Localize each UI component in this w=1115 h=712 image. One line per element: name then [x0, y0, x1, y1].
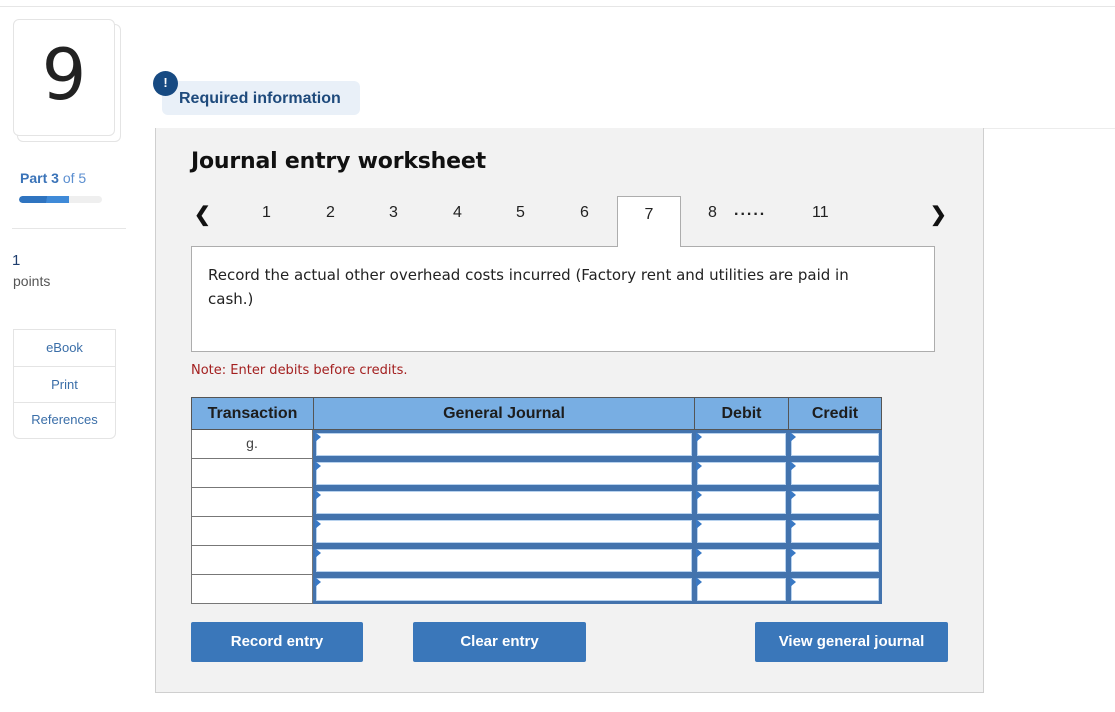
header-credit: Credit [788, 397, 882, 430]
row-1-credit-input[interactable] [788, 430, 882, 459]
question-number-card: 9 [13, 19, 115, 136]
alert-icon: ! [153, 71, 178, 96]
row-5-debit-input[interactable] [694, 546, 789, 575]
header-transaction: Transaction [191, 397, 314, 430]
row-2-debit-input[interactable] [694, 459, 789, 488]
entry-prompt-text: Record the actual other overhead costs i… [208, 266, 849, 308]
table-row-5-transaction [191, 546, 313, 575]
clear-entry-button[interactable]: Clear entry [413, 622, 586, 662]
row-6-account-input[interactable] [313, 575, 695, 604]
page-tab-7-active[interactable]: 7 [617, 196, 681, 247]
page-tab-2[interactable]: 2 [326, 204, 335, 222]
part-indicator: Part 3 of 5 [20, 170, 86, 186]
sidebar-links: eBook Print References [13, 329, 116, 439]
sidebar-divider [12, 228, 126, 229]
table-row-6-transaction [191, 575, 313, 604]
top-divider [0, 6, 1115, 7]
previous-page-icon[interactable]: ❮ [194, 202, 211, 227]
row-1-account-input[interactable] [313, 430, 695, 459]
print-link[interactable]: Print [14, 367, 115, 403]
entry-prompt-box: Record the actual other overhead costs i… [191, 246, 935, 352]
references-link[interactable]: References [14, 403, 115, 438]
row-6-credit-input[interactable] [788, 575, 882, 604]
next-page-icon[interactable]: ❯ [930, 202, 947, 227]
table-row-3-transaction [191, 488, 313, 517]
record-entry-button[interactable]: Record entry [191, 622, 363, 662]
part-prefix: Part [20, 170, 48, 186]
page-tab-1[interactable]: 1 [262, 204, 271, 222]
row-2-account-input[interactable] [313, 459, 695, 488]
table-row-1-transaction: g. [191, 430, 313, 459]
row-3-account-input[interactable] [313, 488, 695, 517]
row-4-credit-input[interactable] [788, 517, 882, 546]
view-general-journal-button[interactable]: View general journal [755, 622, 948, 662]
page-tab-8[interactable]: 8 [708, 204, 717, 222]
page-tab-4[interactable]: 4 [453, 204, 462, 222]
page-tab-11[interactable]: 11 [812, 204, 829, 222]
part-progress-fill [19, 196, 69, 203]
worksheet-pager: ❮ 1 2 3 4 5 6 7 8 ..... 11 ❯ [156, 196, 985, 247]
page-tab-6[interactable]: 6 [580, 204, 589, 222]
part-progress-bar [19, 196, 102, 203]
page-ellipsis: ..... [734, 202, 767, 219]
journal-entry-worksheet-panel: Journal entry worksheet ❮ 1 2 3 4 5 6 7 … [155, 128, 984, 693]
row-4-debit-input[interactable] [694, 517, 789, 546]
header-debit: Debit [694, 397, 789, 430]
points-value: 1 [12, 252, 21, 269]
row-4-account-input[interactable] [313, 517, 695, 546]
row-6-debit-input[interactable] [694, 575, 789, 604]
row-5-credit-input[interactable] [788, 546, 882, 575]
row-5-account-input[interactable] [313, 546, 695, 575]
page-tab-3[interactable]: 3 [389, 204, 398, 222]
header-general-journal: General Journal [313, 397, 695, 430]
row-1-debit-input[interactable] [694, 430, 789, 459]
required-information-badge[interactable]: Required information [162, 81, 360, 115]
part-current: 3 [51, 170, 59, 186]
question-number: 9 [41, 33, 87, 116]
page-tab-5[interactable]: 5 [516, 204, 525, 222]
ebook-link[interactable]: eBook [14, 330, 115, 367]
table-row-2-transaction [191, 459, 313, 488]
row-3-debit-input[interactable] [694, 488, 789, 517]
debits-first-note: Note: Enter debits before credits. [191, 363, 408, 378]
row-2-credit-input[interactable] [788, 459, 882, 488]
points-label: points [13, 273, 51, 289]
row-3-credit-input[interactable] [788, 488, 882, 517]
part-total: of 5 [62, 170, 87, 186]
worksheet-title: Journal entry worksheet [191, 149, 486, 174]
table-row-4-transaction [191, 517, 313, 546]
required-information-label: Required information [179, 90, 341, 107]
